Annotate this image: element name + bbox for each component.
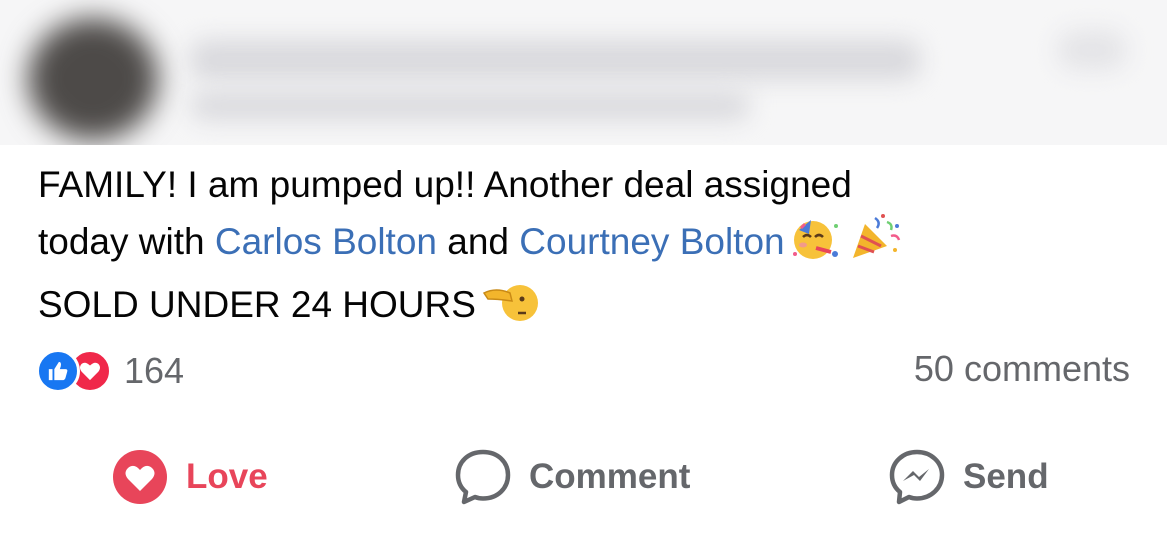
tag-carlos-bolton[interactable]: Carlos Bolton xyxy=(215,221,437,262)
party-popper-emoji xyxy=(847,212,903,277)
more-options-icon[interactable] xyxy=(1057,30,1127,70)
post-card: FAMILY! I am pumped up!! Another deal as… xyxy=(0,0,1167,534)
avatar[interactable] xyxy=(28,18,158,140)
love-label: Love xyxy=(186,457,268,496)
like-icon xyxy=(36,349,80,393)
post-body-text: FAMILY! I am pumped up!! Another deal as… xyxy=(38,158,1138,340)
redacted-author-name xyxy=(190,40,920,80)
post-text-and: and xyxy=(436,221,520,262)
comments-count-link[interactable]: 50 comments xyxy=(914,348,1130,390)
partying-face-emoji xyxy=(791,218,841,277)
reaction-count: 164 xyxy=(124,350,185,391)
messenger-icon xyxy=(887,447,947,507)
pointing-face-emoji xyxy=(482,277,540,340)
post-text-line2-prefix: today with xyxy=(38,221,215,262)
action-bar: Love Comment Send xyxy=(0,445,1167,509)
tag-courtney-bolton[interactable]: Courtney Bolton xyxy=(519,221,784,262)
reactions-summary[interactable]: 164 xyxy=(36,345,184,397)
love-button[interactable]: Love xyxy=(110,445,268,509)
love-heart-icon xyxy=(110,447,170,507)
post-text-line3: SOLD UNDER 24 HOURS xyxy=(38,284,476,325)
comment-label: Comment xyxy=(529,457,691,496)
comment-bubble-icon xyxy=(453,447,513,507)
send-button[interactable]: Send xyxy=(887,445,1049,509)
post-text-line1: FAMILY! I am pumped up!! Another deal as… xyxy=(38,164,852,205)
redacted-timestamp xyxy=(190,92,750,120)
send-label: Send xyxy=(963,457,1049,496)
comment-button[interactable]: Comment xyxy=(453,445,690,509)
redacted-post-header xyxy=(0,0,1167,145)
